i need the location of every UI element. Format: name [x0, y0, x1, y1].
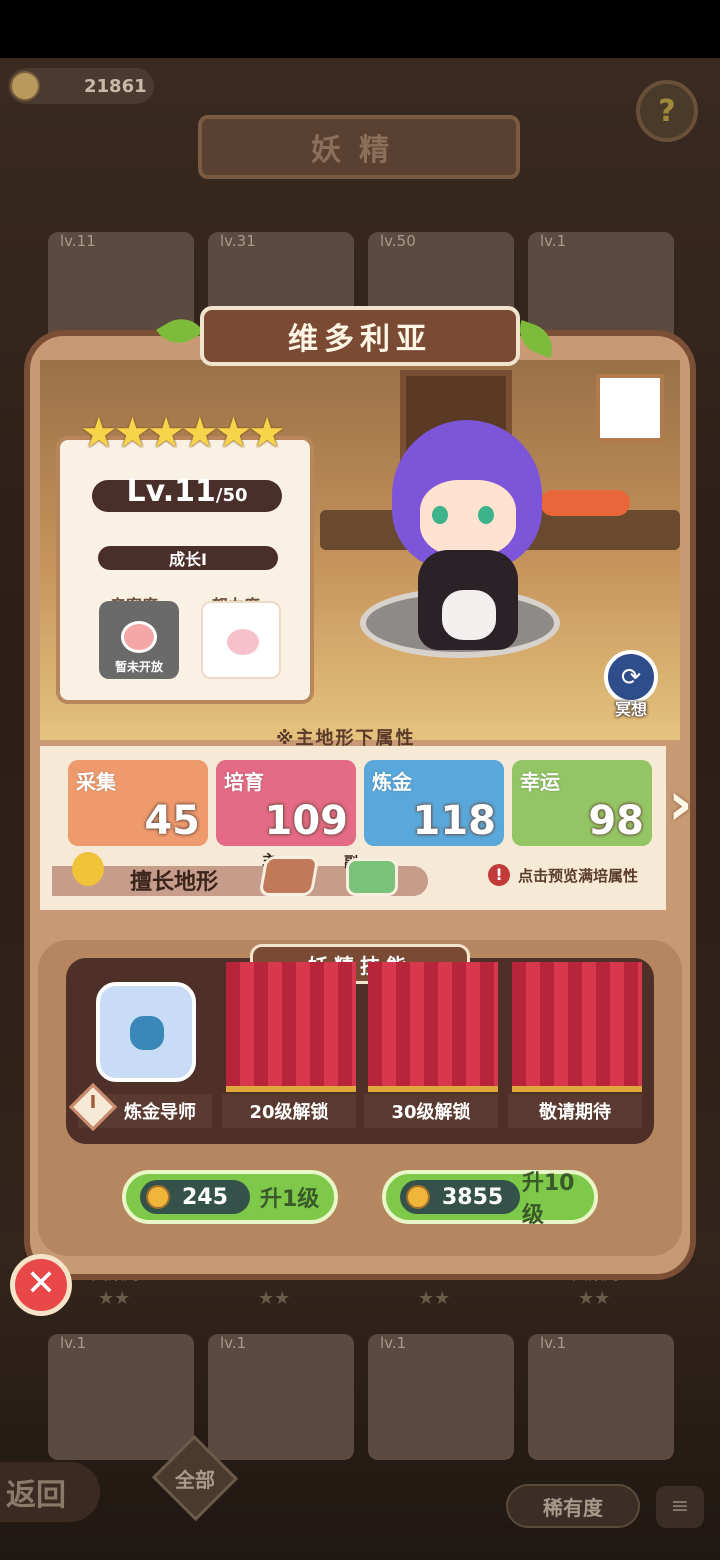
locked-skill-curtain[interactable]: [226, 962, 356, 1092]
stat-name: 采集: [76, 770, 116, 794]
character-apron: [442, 590, 496, 640]
next-arrow-icon[interactable]: ›: [668, 774, 708, 838]
coin-counter: 21861: [8, 68, 154, 104]
card-level: lv.1: [220, 1334, 247, 1352]
skill-label-text: 炼金导师: [124, 1102, 196, 1123]
help-button[interactable]: ?: [636, 80, 698, 142]
sort-icon: ≡: [670, 1494, 690, 1519]
alchemy-pot-icon: [130, 1016, 164, 1050]
close-button[interactable]: ✕: [10, 1254, 72, 1316]
intimacy-status: 暂未开放: [114, 660, 163, 674]
upgrade-10-label: 升10级: [521, 1171, 575, 1228]
filter-all-label: 全部: [175, 1468, 215, 1492]
stat-gather: 采集 45: [68, 760, 208, 846]
effort-box[interactable]: [201, 601, 281, 679]
character-eye: [432, 506, 448, 524]
card-stars: ★★: [258, 1288, 291, 1309]
upgrade-10-cost: 3855: [442, 1184, 504, 1210]
card-level: lv.31: [220, 232, 256, 250]
stat-name: 炼金: [372, 770, 412, 794]
fairy-card[interactable]: lv.1: [208, 1334, 354, 1460]
fairy-card[interactable]: lv.1: [368, 1334, 514, 1460]
meditate-label: 冥想: [614, 700, 647, 719]
refresh-icon: ⟳: [620, 663, 642, 691]
locked-skill-curtain[interactable]: [512, 962, 642, 1092]
card-stars: ★★: [418, 1288, 451, 1309]
stat-value: 109: [264, 798, 349, 844]
stat-luck: 幸运 98: [512, 760, 652, 846]
stat-value: 98: [588, 798, 644, 844]
alert-icon: !: [488, 864, 510, 886]
stat-name: 幸运: [520, 770, 560, 794]
level-badge: Lv.11 /50: [92, 476, 282, 512]
star-rating: ★★★★★★: [80, 408, 286, 457]
coin-icon: [146, 1185, 170, 1209]
skill-label: 20级解锁: [222, 1094, 356, 1128]
coin-icon: [406, 1185, 430, 1209]
fairy-name: 维多利亚: [200, 306, 520, 366]
level-max: /50: [215, 485, 248, 506]
fairy-card[interactable]: lv.1: [528, 1334, 674, 1460]
pig-icon: [227, 629, 259, 655]
card-level: lv.11: [60, 232, 96, 250]
level-value: Lv.11: [126, 474, 216, 509]
page-title: 妖精: [198, 115, 520, 179]
terrain-label: 擅长地形: [130, 870, 219, 895]
upgrade-1-button[interactable]: 245 升1级: [122, 1170, 338, 1224]
growth-badge: 成长I: [98, 546, 278, 570]
skill-icon[interactable]: [96, 982, 196, 1082]
cost-pill: 245: [140, 1180, 250, 1214]
card-level: lv.50: [380, 232, 416, 250]
rarity-sort-button[interactable]: 稀有度: [506, 1484, 640, 1528]
picture-frame: [596, 374, 664, 442]
upgrade-1-cost: 245: [182, 1184, 228, 1210]
back-label: 返回: [6, 1478, 66, 1513]
preview-full-stats-link[interactable]: ! 点击预览满培属性: [488, 864, 638, 886]
skill-label: 敬请期待: [508, 1094, 642, 1128]
skill-rank: I: [89, 1092, 97, 1113]
intimacy-box[interactable]: 暂未开放: [99, 601, 179, 679]
locked-skill-curtain[interactable]: [368, 962, 498, 1092]
cost-pill: 3855: [400, 1180, 520, 1214]
card-level: lv.1: [540, 1334, 567, 1352]
fairy-card[interactable]: lv.1: [48, 1334, 194, 1460]
bulb-icon[interactable]: [72, 852, 104, 886]
upgrade-10-button[interactable]: 3855 升10级: [382, 1170, 598, 1228]
stat-name: 培育: [224, 770, 264, 794]
stat-value: 118: [412, 798, 497, 844]
card-level: lv.1: [540, 232, 567, 250]
carrot-image: [540, 490, 630, 516]
character-eye: [478, 506, 494, 524]
close-icon: ✕: [25, 1263, 57, 1304]
stat-cultivate: 培育 109: [216, 760, 356, 846]
attributes-title: ※主地形下属性: [276, 728, 416, 749]
card-stars: ★★: [578, 1288, 611, 1309]
stat-alchemy: 炼金 118: [364, 760, 504, 846]
heart-icon: [121, 621, 157, 653]
stat-value: 45: [144, 798, 200, 844]
upgrade-1-label: 升1级: [260, 1187, 320, 1212]
coin-icon: [10, 71, 40, 101]
grass-terrain-icon[interactable]: [346, 858, 398, 896]
card-level: lv.1: [380, 1334, 407, 1352]
sort-order-button[interactable]: ≡: [656, 1486, 704, 1528]
mountain-terrain-icon[interactable]: [258, 856, 320, 896]
card-level: lv.1: [60, 1334, 87, 1352]
card-stars: ★★: [98, 1288, 131, 1309]
coin-amount: 21861: [84, 75, 147, 97]
question-icon: ?: [658, 93, 676, 129]
back-button[interactable]: 返回: [0, 1462, 100, 1522]
status-bar: [0, 0, 720, 58]
skill-label: 30级解锁: [364, 1094, 498, 1128]
preview-hint: 点击预览满培属性: [518, 866, 639, 885]
